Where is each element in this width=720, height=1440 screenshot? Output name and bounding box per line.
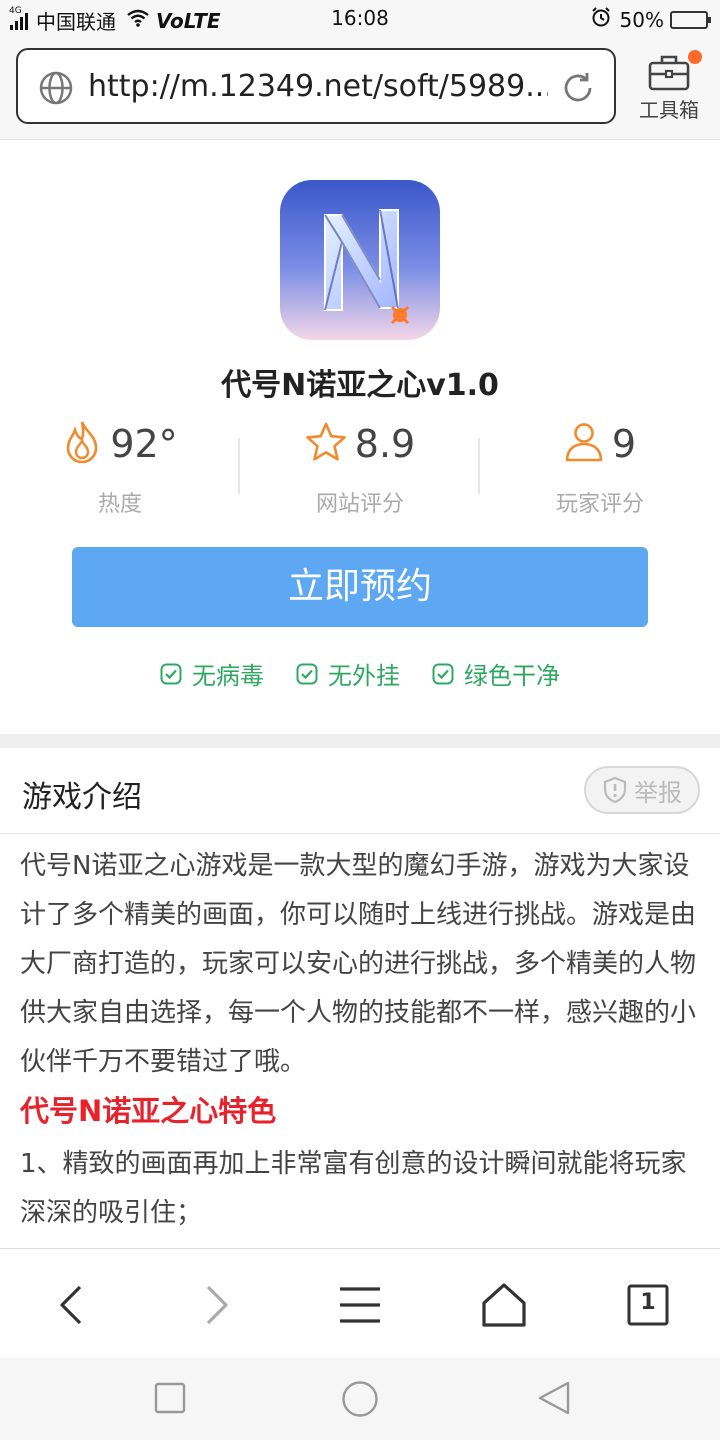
toolbox-label: 工具箱: [639, 98, 699, 122]
intro-header: 游戏介绍 举报: [0, 748, 720, 834]
system-nav-bar: [0, 1358, 720, 1440]
player-rating-value: 9: [611, 422, 637, 466]
feature-item: 1、精致的画面再加上非常富有创意的设计瞬间就能将玩家深深的吸引住；: [20, 1149, 687, 1228]
system-back-button[interactable]: [536, 1380, 572, 1420]
site-rating-caption: 网站评分: [315, 492, 404, 517]
stat-player-rating: 9 玩家评分: [480, 416, 720, 518]
app-hero: 代号N诺亚之心v1.0 92° 热度 8.9 网站评分 9 玩家评分 立即预约 …: [0, 148, 720, 734]
reserve-button[interactable]: 立即预约: [72, 547, 648, 627]
reload-icon[interactable]: [560, 70, 596, 106]
report-button[interactable]: 举报: [584, 766, 700, 814]
battery-percent: 50%: [619, 7, 664, 32]
tabs-button[interactable]: 1: [620, 1277, 676, 1333]
intro-body: 代号N诺亚之心游戏是一款大型的魔幻手游，游戏为大家设计了多个精美的画面，你可以随…: [20, 851, 697, 1077]
home-button[interactable]: [476, 1277, 532, 1333]
stat-heat: 92° 热度: [0, 416, 240, 518]
alarm-icon: [590, 6, 612, 33]
badge-no-plugin: 无外挂: [296, 656, 400, 691]
site-rating-value: 8.9: [354, 422, 416, 466]
square-icon: [154, 1382, 186, 1414]
status-right: 50%: [590, 6, 711, 33]
menu-button[interactable]: [332, 1277, 388, 1333]
user-icon: [564, 421, 604, 467]
stats-row: 92° 热度 8.9 网站评分 9 玩家评分: [0, 416, 720, 526]
app-icon[interactable]: [280, 180, 440, 340]
check-icon: [296, 663, 318, 684]
badge-label: 绿色干净: [464, 662, 560, 690]
chevron-left-icon: [60, 1285, 82, 1325]
flame-icon: [62, 420, 102, 468]
triangle-back-icon: [538, 1381, 570, 1415]
report-label: 举报: [634, 778, 682, 807]
home-icon: [482, 1283, 526, 1327]
menu-icon: [340, 1287, 380, 1323]
recent-apps-button[interactable]: [154, 1382, 186, 1418]
forward-button[interactable]: [188, 1277, 244, 1333]
player-rating-caption: 玩家评分: [555, 492, 644, 517]
shield-icon: [603, 776, 627, 804]
check-icon: [432, 663, 454, 684]
toolbox-icon: [648, 55, 690, 91]
browser-toolbar: http://m.12349.net/soft/5989... 工具箱: [0, 38, 720, 140]
intro-title: 游戏介绍: [22, 780, 142, 815]
badge-label: 无外挂: [328, 662, 400, 690]
url-text[interactable]: http://m.12349.net/soft/5989...: [88, 69, 548, 104]
star-icon: [305, 421, 347, 467]
badge-no-virus: 无病毒: [160, 656, 264, 691]
address-bar[interactable]: http://m.12349.net/soft/5989...: [16, 48, 616, 124]
badge-label: 无病毒: [192, 662, 264, 690]
chevron-right-icon: [206, 1285, 228, 1325]
battery-icon: [670, 10, 711, 29]
back-button[interactable]: [44, 1277, 100, 1333]
globe-icon: [38, 70, 74, 106]
section-gap: [0, 734, 720, 748]
status-bar: 4G 中国联通 VoLTE 16:08 50%: [0, 0, 720, 38]
check-icon: [160, 663, 182, 684]
safety-badges: 无病毒 无外挂 绿色干净: [0, 656, 720, 691]
browser-bottom-nav: 1: [0, 1248, 720, 1358]
badge-clean: 绿色干净: [432, 656, 560, 691]
feature-title: 代号N诺亚之心特色: [20, 1094, 277, 1128]
tab-count: 1: [640, 1290, 656, 1315]
heat-value: 92°: [110, 422, 178, 466]
stat-site-rating: 8.9 网站评分: [240, 416, 480, 518]
system-home-button[interactable]: [341, 1380, 379, 1422]
heat-caption: 热度: [97, 492, 142, 517]
notification-dot: [688, 50, 702, 64]
circle-icon: [342, 1381, 378, 1417]
toolbox-button[interactable]: 工具箱: [632, 48, 706, 128]
app-name: 代号N诺亚之心v1.0: [221, 368, 499, 403]
